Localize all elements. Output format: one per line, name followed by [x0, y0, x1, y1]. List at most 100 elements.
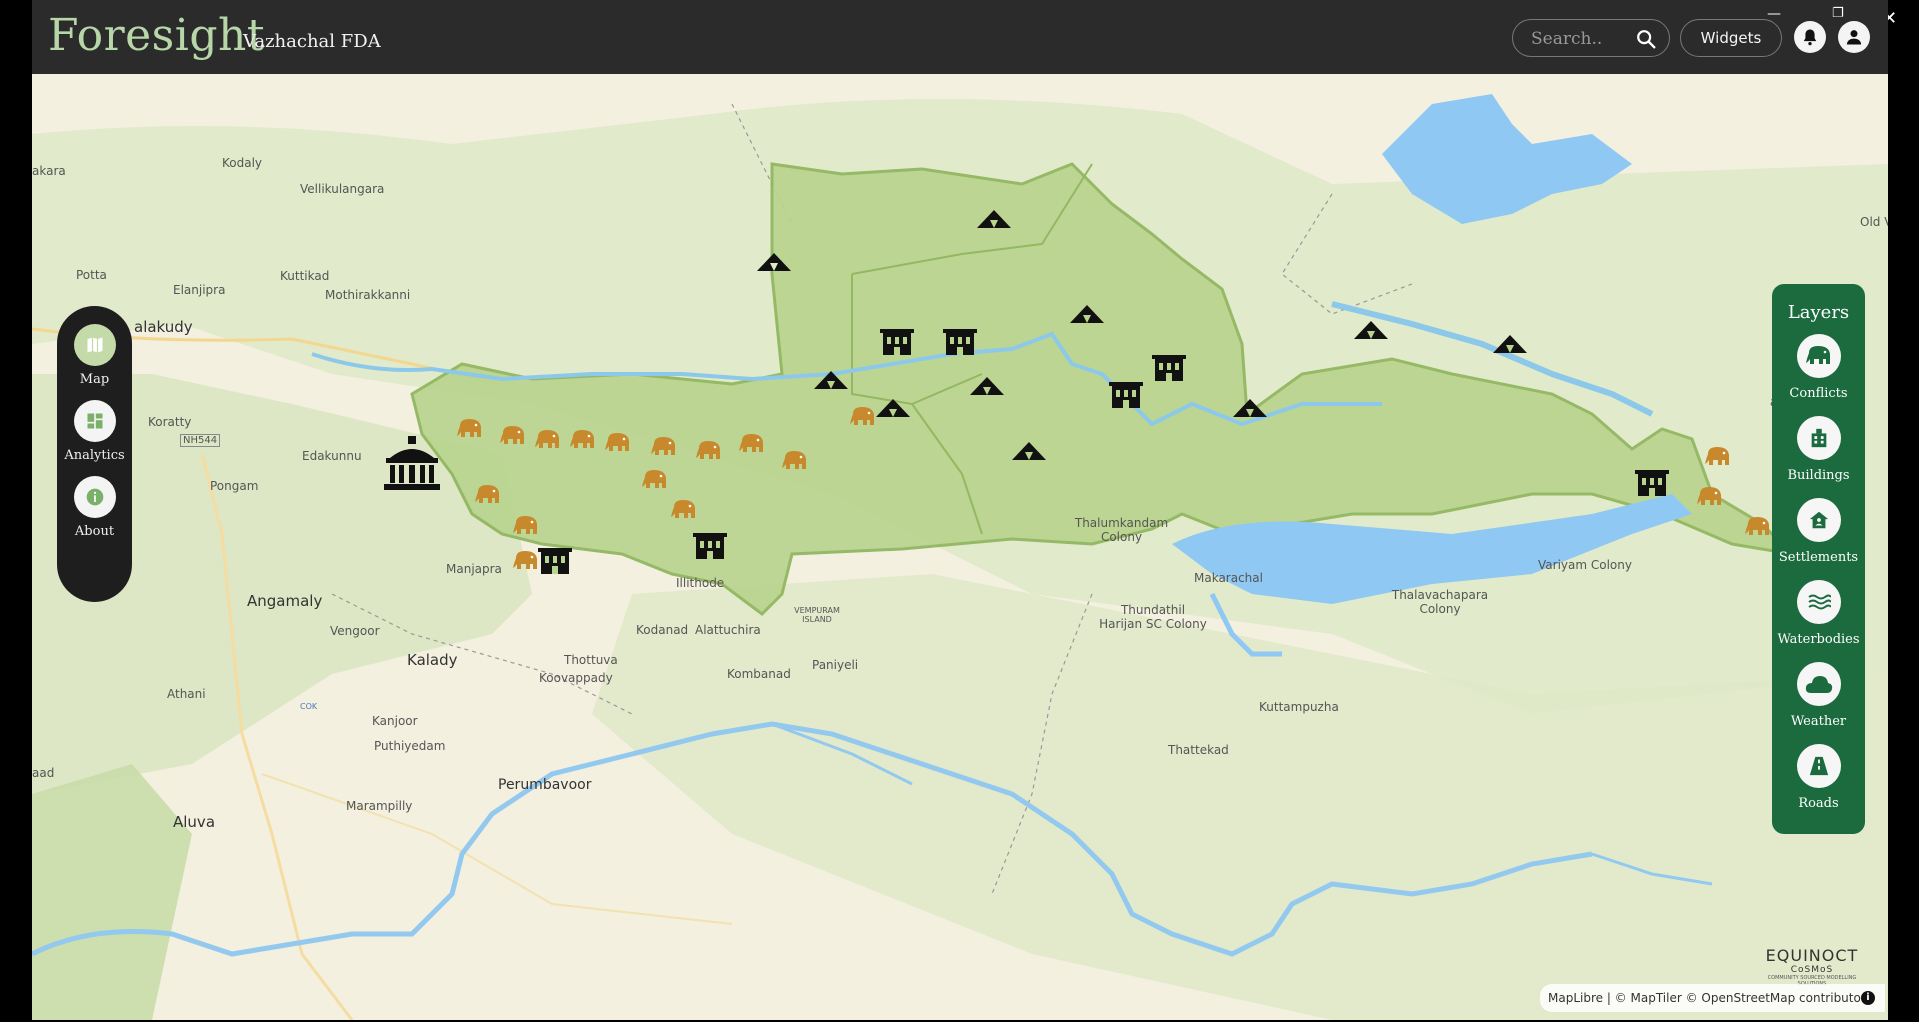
map-label: Thundathil Harijan SC Colony [1099, 603, 1207, 631]
layer-roads[interactable]: Roads [1772, 744, 1865, 811]
layers-panel: Layers Conflicts Buildings Settlements W… [1772, 284, 1865, 834]
house-icon [1809, 511, 1828, 529]
elephant-conflict-icon[interactable] [474, 484, 502, 506]
map-label: Old V [1860, 215, 1888, 229]
layer-settlements[interactable]: Settlements [1772, 498, 1865, 565]
camp-tent-icon[interactable] [1491, 333, 1529, 355]
building-icon[interactable] [1109, 382, 1143, 408]
elephant-conflict-icon[interactable] [456, 418, 484, 440]
elephant-conflict-icon[interactable] [650, 436, 678, 458]
nav-label: About [74, 524, 115, 539]
elephant-conflict-icon[interactable] [499, 425, 527, 447]
map-label: Kodaly [222, 156, 263, 170]
elephant-conflict-icon[interactable] [738, 433, 766, 455]
elephant-conflict-icon[interactable] [1696, 486, 1724, 508]
elephant-conflict-icon[interactable] [1704, 446, 1732, 468]
layer-waterbodies-toggle[interactable] [1796, 580, 1841, 624]
map-label: Perumbavoor [498, 777, 592, 793]
camp-tent-icon[interactable] [1231, 397, 1269, 419]
elephant-conflict-icon[interactable] [670, 499, 698, 521]
left-nav: Map Analytics About [57, 306, 132, 602]
layer-label: Waterbodies [1777, 632, 1860, 647]
airport-label: COK [300, 702, 318, 711]
camp-tent-icon[interactable] [1010, 440, 1048, 462]
elephant-conflict-icon[interactable] [512, 515, 540, 537]
layer-buildings-toggle[interactable] [1796, 416, 1841, 460]
logo-text: EQUINOCT [1765, 946, 1859, 965]
camp-tent-icon[interactable] [1352, 319, 1390, 341]
layer-waterbodies[interactable]: Waterbodies [1772, 580, 1865, 647]
layer-roads-toggle[interactable] [1796, 744, 1841, 788]
layer-conflicts[interactable]: Conflicts [1772, 334, 1865, 401]
map-label: Variyam Colony [1538, 558, 1632, 572]
search-box[interactable] [1512, 19, 1670, 57]
building-icon[interactable] [1635, 470, 1669, 496]
layer-settlements-toggle[interactable] [1796, 498, 1841, 542]
building-icon[interactable] [538, 548, 572, 574]
attribution-text[interactable]: MapLibre | © MapTiler © OpenStreetMap co… [1548, 991, 1872, 1005]
search-input[interactable] [1529, 28, 1633, 50]
elephant-conflict-icon[interactable] [1744, 516, 1772, 538]
elephant-conflict-icon[interactable] [512, 550, 540, 572]
elephant-conflict-icon[interactable] [534, 429, 562, 451]
nav-item-about[interactable]: About [57, 476, 132, 539]
map-label: alakudy [134, 318, 193, 336]
map-label: Thalavachapara Colony [1391, 588, 1489, 616]
nav-item-map[interactable]: Map [57, 324, 132, 387]
nav-analytics-button[interactable] [73, 400, 116, 442]
map-label: Angamaly [247, 592, 323, 610]
area-title: Vazhachal FDA [243, 31, 381, 52]
map-label: Koovappady [539, 671, 613, 685]
elephant-conflict-icon[interactable] [604, 432, 632, 454]
nav-label: Map [79, 372, 110, 387]
camp-tent-icon[interactable] [968, 375, 1006, 397]
building-icon[interactable] [880, 329, 914, 355]
map-label: Potta [76, 268, 107, 282]
elephant-conflict-icon[interactable] [849, 406, 877, 428]
building-icon[interactable] [1152, 355, 1186, 381]
elephant-conflict-icon[interactable] [641, 469, 669, 491]
minimize-icon[interactable]: — [1767, 6, 1781, 22]
nav-about-button[interactable] [73, 476, 116, 518]
layer-weather[interactable]: Weather [1772, 662, 1865, 729]
layer-conflicts-toggle[interactable] [1796, 334, 1841, 378]
map-label: Kalady [407, 651, 458, 669]
map-label: Marampilly [346, 799, 413, 813]
camp-tent-icon[interactable] [812, 369, 850, 391]
nav-item-analytics[interactable]: Analytics [57, 400, 132, 463]
widgets-button[interactable]: Widgets [1680, 19, 1782, 57]
map-label: Aluva [173, 813, 216, 831]
headquarters-building-icon[interactable] [384, 436, 440, 490]
layer-weather-toggle[interactable] [1796, 662, 1841, 706]
map-label: Kuttikad [280, 269, 330, 283]
camp-tent-icon[interactable] [975, 208, 1013, 230]
map-label: Makarachal [1194, 571, 1263, 585]
elephant-icon [1805, 346, 1830, 364]
search-icon[interactable] [1635, 28, 1657, 50]
bell-icon [1803, 29, 1817, 46]
elephant-conflict-icon[interactable] [781, 450, 809, 472]
map-label: Koratty [148, 415, 192, 429]
building-icon[interactable] [693, 533, 727, 559]
nav-map-button[interactable] [73, 324, 116, 366]
map-label: Alattuchira [695, 623, 761, 637]
attribution-info-icon[interactable]: i [1861, 991, 1875, 1005]
map-label: Mothirakkanni [325, 288, 411, 302]
camp-tent-icon[interactable] [1068, 303, 1106, 325]
elephant-conflict-icon[interactable] [569, 429, 597, 451]
map-label: VEMPURAM ISLAND [794, 606, 840, 624]
user-button[interactable] [1838, 21, 1870, 53]
map-canvas[interactable]: Kodaly Vellikulangara akara Potta Kuttik… [32, 74, 1888, 1020]
map-label: Pongam [210, 479, 259, 493]
map-label: Manjapra [446, 562, 502, 576]
building-icon [1811, 428, 1826, 448]
camp-tent-icon[interactable] [755, 251, 793, 273]
logo-subtext: CoSMoS [1790, 965, 1834, 975]
layer-buildings[interactable]: Buildings [1772, 416, 1865, 483]
road-icon [1809, 756, 1828, 776]
restore-icon[interactable]: ❐ [1832, 6, 1844, 21]
building-icon[interactable] [943, 329, 977, 355]
elephant-conflict-icon[interactable] [695, 440, 723, 462]
camp-tent-icon[interactable] [874, 397, 912, 419]
notifications-button[interactable] [1794, 21, 1826, 53]
